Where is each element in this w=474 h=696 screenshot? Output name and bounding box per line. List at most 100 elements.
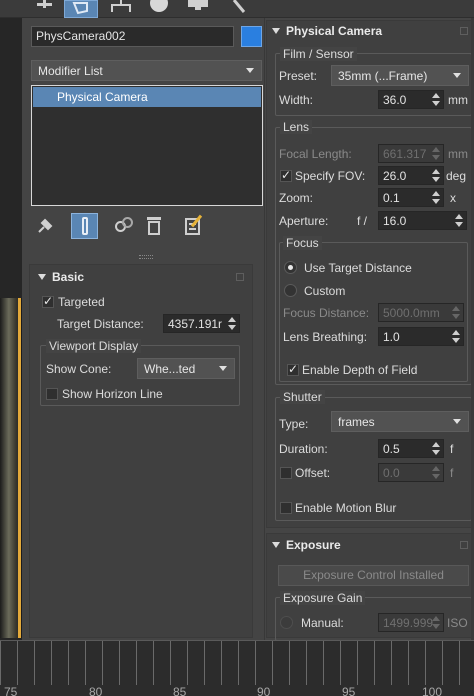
modifier-list-dropdown[interactable]: Modifier List xyxy=(31,60,262,81)
offset-value: 0.0 xyxy=(383,466,400,480)
manual-radio[interactable] xyxy=(280,616,293,629)
duration-value: 0.5 xyxy=(383,442,400,456)
spinner-arrows-icon[interactable] xyxy=(452,305,460,320)
lens-breathing-label: Lens Breathing: xyxy=(283,330,368,344)
use-target-distance-radio[interactable] xyxy=(284,261,297,274)
manual-iso-value: 1499.999 xyxy=(383,616,434,630)
configure-modifier-sets-icon[interactable] xyxy=(182,214,206,238)
basic-rollout-header[interactable]: Basic xyxy=(30,266,252,288)
drag-grip-icon[interactable] xyxy=(460,541,468,549)
show-horizon-checkbox[interactable] xyxy=(46,388,58,400)
spinner-arrows-icon[interactable] xyxy=(432,168,440,183)
duration-spinner[interactable]: 0.5 xyxy=(378,439,444,458)
shutter-title: Shutter xyxy=(280,390,325,404)
exposure-title: Exposure xyxy=(286,538,341,552)
timeline-ruler[interactable]: 75 80 85 90 95 100 xyxy=(0,640,474,696)
width-label: Width: xyxy=(279,93,314,107)
fov-spinner[interactable]: 26.0 xyxy=(378,166,444,185)
object-color-swatch[interactable] xyxy=(241,26,262,47)
viewport-display-title: Viewport Display xyxy=(46,339,142,353)
make-unique-icon[interactable] xyxy=(112,215,136,237)
motion-blur-checkbox[interactable] xyxy=(280,502,292,514)
manual-iso-unit: ISO xyxy=(447,616,468,630)
spinner-arrows-icon[interactable] xyxy=(432,441,440,456)
spinner-arrows-icon[interactable] xyxy=(228,316,236,331)
hierarchy-icon[interactable] xyxy=(108,0,134,14)
specify-fov-label: Specify FOV: xyxy=(295,169,366,183)
tick-label: 90 xyxy=(257,685,271,696)
film-sensor-title: Film / Sensor xyxy=(280,47,357,61)
focus-distance-spinner[interactable]: 5000.0mm xyxy=(378,303,464,322)
spinner-arrows-icon[interactable] xyxy=(432,92,440,107)
tick-label: 80 xyxy=(89,685,103,696)
panel-splitter[interactable] xyxy=(139,255,153,259)
spinner-arrows-icon[interactable] xyxy=(452,329,460,344)
focal-length-spinner[interactable]: 661.317 xyxy=(378,144,444,163)
stack-item-label: Physical Camera xyxy=(57,90,148,104)
aperture-spinner[interactable]: 16.0 xyxy=(378,211,467,230)
zoom-spinner[interactable]: 0.1 xyxy=(378,188,444,207)
exposure-header[interactable]: Exposure xyxy=(264,534,472,556)
use-target-distance-label: Use Target Distance xyxy=(304,261,412,275)
show-cone-dropdown[interactable]: Whe...ted xyxy=(137,358,235,379)
zoom-value: 0.1 xyxy=(383,191,400,205)
preset-dropdown[interactable]: 35mm (...Frame) xyxy=(331,65,469,86)
focus-distance-label: Focus Distance: xyxy=(283,306,370,320)
command-panel-tabs xyxy=(0,0,474,18)
aperture-label: Aperture: xyxy=(279,214,329,228)
width-unit: mm xyxy=(448,93,468,107)
shutter-type-label: Type: xyxy=(279,417,309,431)
ruler-ticks xyxy=(0,641,474,685)
shutter-type-value: frames xyxy=(338,415,375,429)
basic-title: Basic xyxy=(52,270,85,284)
custom-radio[interactable] xyxy=(284,284,297,297)
drag-grip-icon[interactable] xyxy=(236,273,244,281)
spinner-arrows-icon[interactable] xyxy=(432,146,440,161)
physical-camera-header[interactable]: Physical Camera xyxy=(264,20,472,42)
preset-label: Preset: xyxy=(279,69,318,83)
fov-value: 26.0 xyxy=(383,169,407,183)
spinner-arrows-icon[interactable] xyxy=(455,213,463,228)
drag-grip-icon[interactable] xyxy=(460,27,468,35)
remove-modifier-icon[interactable] xyxy=(145,215,163,237)
targeted-checkbox[interactable] xyxy=(42,294,54,308)
spinner-arrows-icon[interactable] xyxy=(432,615,440,630)
chevron-down-icon xyxy=(453,419,461,424)
modifier-stack[interactable]: Physical Camera xyxy=(31,85,263,206)
spinner-arrows-icon[interactable] xyxy=(432,190,440,205)
preset-value: 35mm (...Frame) xyxy=(338,69,428,83)
lens-breathing-value: 1.0 xyxy=(383,330,400,344)
offset-label: Offset: xyxy=(295,466,331,480)
shutter-type-dropdown[interactable]: frames xyxy=(331,411,469,432)
exposure-control-button[interactable]: Exposure Control Installed xyxy=(278,565,469,586)
utilities-icon[interactable] xyxy=(228,0,250,14)
viewport-edge[interactable] xyxy=(0,18,22,640)
fov-unit: deg xyxy=(446,169,467,183)
manual-label: Manual: xyxy=(301,616,344,630)
zoom-unit: x xyxy=(450,191,456,205)
show-end-result-icon[interactable] xyxy=(71,213,98,239)
tick-label: 85 xyxy=(173,685,187,696)
motion-icon[interactable] xyxy=(148,0,170,14)
tick-label: 75 xyxy=(4,685,18,696)
object-name-field[interactable]: PhysCamera002 xyxy=(31,26,234,47)
modify-icon[interactable] xyxy=(64,0,98,18)
manual-iso-spinner[interactable]: 1499.999 xyxy=(378,613,444,632)
display-icon[interactable] xyxy=(186,0,210,14)
chevron-down-icon xyxy=(246,68,254,73)
specify-fov-checkbox[interactable] xyxy=(280,168,292,182)
width-spinner[interactable]: 36.0 xyxy=(378,90,444,109)
stack-item-physical-camera[interactable]: Physical Camera xyxy=(33,87,261,107)
pin-stack-icon[interactable] xyxy=(35,216,55,236)
collapse-triangle-icon xyxy=(38,274,46,280)
lens-breathing-spinner[interactable]: 1.0 xyxy=(378,327,464,346)
offset-spinner[interactable]: 0.0 xyxy=(378,463,444,482)
enable-dof-label: Enable Depth of Field xyxy=(302,363,418,377)
create-icon[interactable] xyxy=(33,0,55,12)
tick-label: 95 xyxy=(342,685,356,696)
offset-checkbox[interactable] xyxy=(280,467,292,479)
spinner-arrows-icon[interactable] xyxy=(432,465,440,480)
enable-dof-checkbox[interactable] xyxy=(287,362,299,376)
chevron-down-icon xyxy=(453,73,461,78)
target-distance-spinner[interactable]: 4357.191r xyxy=(163,314,240,333)
